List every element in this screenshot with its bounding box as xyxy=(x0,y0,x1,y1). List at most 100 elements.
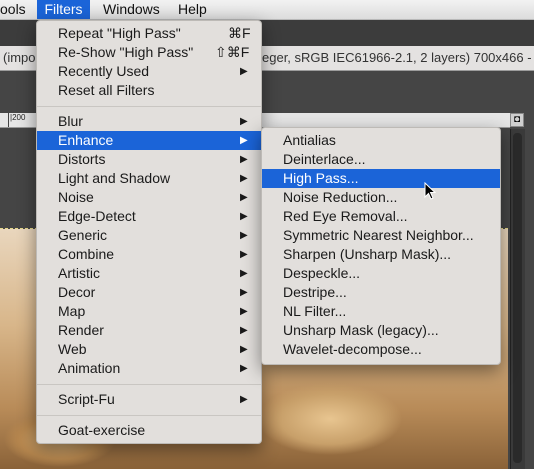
menu-recently-used[interactable]: Recently Used ▶ xyxy=(37,62,261,81)
menu-symmetric-nearest-neighbor[interactable]: Symmetric Nearest Neighbor... xyxy=(262,226,500,245)
menu-goat-exercise[interactable]: Goat-exercise xyxy=(37,421,261,440)
menu-sharpen[interactable]: Sharpen (Unsharp Mask)... xyxy=(262,245,500,264)
menu-render[interactable]: Render ▶ xyxy=(37,321,261,340)
menu-item-label: Reset all Filters xyxy=(58,82,155,98)
menu-artistic[interactable]: Artistic ▶ xyxy=(37,264,261,283)
menu-item-label: Unsharp Mask (legacy)... xyxy=(283,322,439,338)
menu-item-label: Script-Fu xyxy=(58,391,115,407)
submenu-arrow-icon: ▶ xyxy=(240,211,248,222)
submenu-arrow-icon: ▶ xyxy=(240,306,248,317)
mouse-pointer-icon xyxy=(424,182,436,200)
menu-decor[interactable]: Decor ▶ xyxy=(37,283,261,302)
menu-reset-filters[interactable]: Reset all Filters xyxy=(37,81,261,100)
menu-noise-reduction[interactable]: Noise Reduction... xyxy=(262,188,500,207)
vertical-scrollbar[interactable] xyxy=(510,129,525,469)
menu-item-label: Goat-exercise xyxy=(58,422,146,438)
menubar-tools[interactable]: ools xyxy=(0,0,32,19)
submenu-arrow-icon: ▶ xyxy=(240,116,248,127)
menu-item-label: Recently Used xyxy=(58,63,150,79)
menu-item-label: Repeat "High Pass" xyxy=(58,25,181,41)
menu-enhance[interactable]: Enhance ▶ xyxy=(37,131,261,150)
menu-item-label: Blur xyxy=(58,113,83,129)
menu-despeckle[interactable]: Despeckle... xyxy=(262,264,500,283)
title-text-right: eger, sRGB IEC61966-2.1, 2 layers) 700x4… xyxy=(262,50,532,65)
submenu-arrow-icon: ▶ xyxy=(240,363,248,374)
menu-script-fu[interactable]: Script-Fu ▶ xyxy=(37,390,261,409)
menu-unsharp-mask-legacy[interactable]: Unsharp Mask (legacy)... xyxy=(262,321,500,340)
menubar-windows-label: Windows xyxy=(103,1,160,17)
menu-item-label: Despeckle... xyxy=(283,265,361,281)
menu-light-and-shadow[interactable]: Light and Shadow ▶ xyxy=(37,169,261,188)
menu-item-label: Map xyxy=(58,303,86,319)
menubar: ools Filters Windows Help xyxy=(0,0,534,20)
menu-item-label: Deinterlace... xyxy=(283,151,366,167)
submenu-arrow-icon: ▶ xyxy=(240,135,248,146)
menu-animation[interactable]: Animation ▶ xyxy=(37,359,261,378)
shortcut-label: ⇧⌘F xyxy=(215,44,250,60)
submenu-arrow-icon: ▶ xyxy=(240,249,248,260)
menu-deinterlace[interactable]: Deinterlace... xyxy=(262,150,500,169)
menu-antialias[interactable]: Antialias xyxy=(262,131,500,150)
submenu-arrow-icon: ▶ xyxy=(240,287,248,298)
menu-item-label: Artistic xyxy=(58,265,100,281)
menu-item-label: Red Eye Removal... xyxy=(283,208,408,224)
menu-separator xyxy=(37,415,261,416)
menu-combine[interactable]: Combine ▶ xyxy=(37,245,261,264)
menu-red-eye-removal[interactable]: Red Eye Removal... xyxy=(262,207,500,226)
menu-item-label: Noise Reduction... xyxy=(283,189,398,205)
menu-item-label: Noise xyxy=(58,189,94,205)
menu-item-label: Antialias xyxy=(283,132,336,148)
menu-generic[interactable]: Generic ▶ xyxy=(37,226,261,245)
menu-item-label: Distorts xyxy=(58,151,106,167)
menu-destripe[interactable]: Destripe... xyxy=(262,283,500,302)
shortcut-label: ⌘F xyxy=(228,25,251,41)
vertical-scroll-thumb[interactable] xyxy=(513,133,522,463)
submenu-arrow-icon: ▶ xyxy=(240,344,248,355)
submenu-arrow-icon: ▶ xyxy=(240,173,248,184)
menu-nl-filter[interactable]: NL Filter... xyxy=(262,302,500,321)
menu-distorts[interactable]: Distorts ▶ xyxy=(37,150,261,169)
menu-item-label: Generic xyxy=(58,227,108,243)
title-text-left: (impo xyxy=(3,50,36,65)
menu-item-label: Destripe... xyxy=(283,284,347,300)
ruler-label: |200 xyxy=(10,113,26,122)
menu-wavelet-decompose[interactable]: Wavelet-decompose... xyxy=(262,340,500,359)
menu-separator xyxy=(37,106,261,107)
menu-high-pass[interactable]: High Pass... xyxy=(262,169,500,188)
menu-blur[interactable]: Blur ▶ xyxy=(37,112,261,131)
menu-item-label: NL Filter... xyxy=(283,303,347,319)
submenu-arrow-icon: ▶ xyxy=(240,66,248,77)
menu-noise[interactable]: Noise ▶ xyxy=(37,188,261,207)
menu-item-label: High Pass... xyxy=(283,170,359,186)
menubar-windows[interactable]: Windows xyxy=(103,0,165,19)
menubar-help-label: Help xyxy=(178,1,207,17)
menu-map[interactable]: Map ▶ xyxy=(37,302,261,321)
submenu-arrow-icon: ▶ xyxy=(240,154,248,165)
menu-web[interactable]: Web ▶ xyxy=(37,340,261,359)
menu-item-label: Combine xyxy=(58,246,115,262)
zoom-icon: ◘ xyxy=(513,114,521,125)
menu-item-label: Light and Shadow xyxy=(58,170,171,186)
menu-item-label: Decor xyxy=(58,284,96,300)
ruler-tick xyxy=(8,113,9,127)
menu-item-label: Animation xyxy=(58,360,121,376)
submenu-arrow-icon: ▶ xyxy=(240,268,248,279)
submenu-arrow-icon: ▶ xyxy=(240,394,248,405)
menu-repeat-filter[interactable]: Repeat "High Pass" ⌘F xyxy=(37,24,261,43)
menubar-help[interactable]: Help xyxy=(178,0,212,19)
filters-menu: Repeat "High Pass" ⌘F Re-Show "High Pass… xyxy=(36,20,262,444)
menubar-filters[interactable]: Filters xyxy=(37,0,90,19)
menu-edge-detect[interactable]: Edge-Detect ▶ xyxy=(37,207,261,226)
menu-reshow-filter[interactable]: Re-Show "High Pass" ⇧⌘F xyxy=(37,43,261,62)
menu-item-label: Re-Show "High Pass" xyxy=(58,44,194,60)
menu-separator xyxy=(37,384,261,385)
submenu-arrow-icon: ▶ xyxy=(240,230,248,241)
submenu-arrow-icon: ▶ xyxy=(240,325,248,336)
menu-item-label: Symmetric Nearest Neighbor... xyxy=(283,227,474,243)
navigate-corner-button[interactable]: ◘ xyxy=(510,113,524,127)
menu-item-label: Edge-Detect xyxy=(58,208,136,224)
menubar-tools-label: ools xyxy=(0,1,26,17)
menu-item-label: Wavelet-decompose... xyxy=(283,341,422,357)
menu-item-label: Enhance xyxy=(58,132,114,148)
menubar-filters-label: Filters xyxy=(44,1,83,17)
